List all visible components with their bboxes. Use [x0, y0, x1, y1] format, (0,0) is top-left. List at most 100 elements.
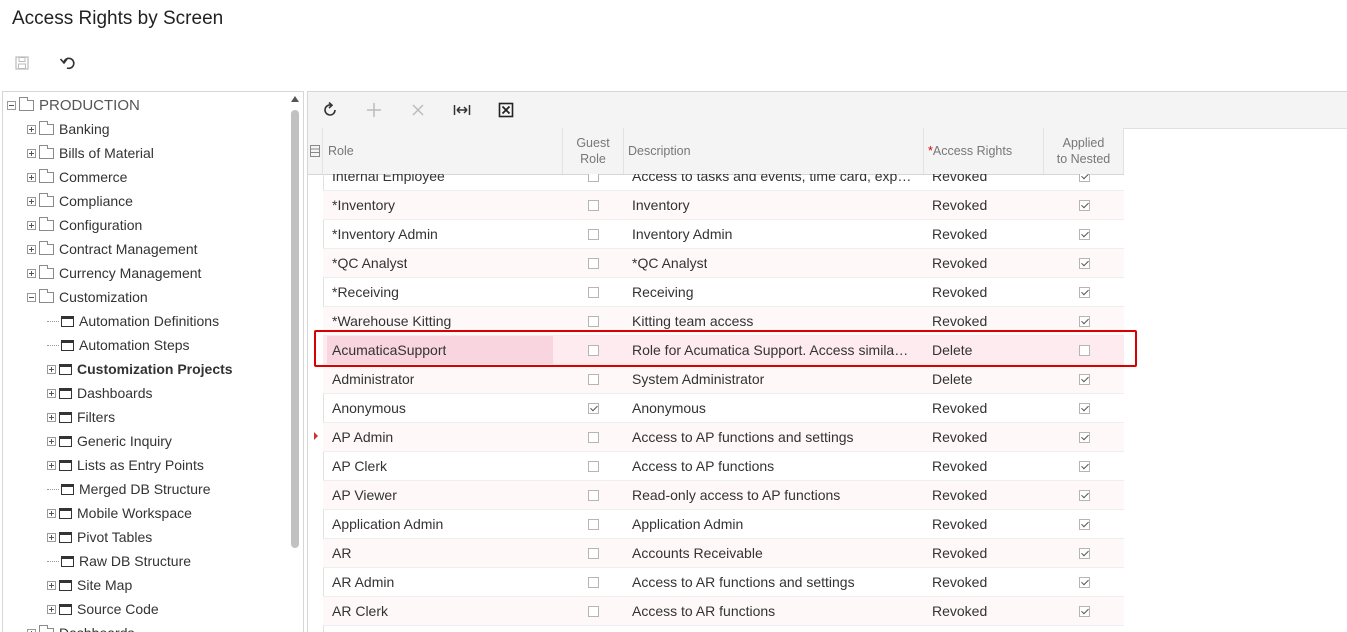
cell-access-rights[interactable]: Revoked: [932, 539, 1044, 567]
guest-role-checkbox[interactable]: [588, 606, 599, 617]
cell-description[interactable]: Access to tasks and events, time card, e…: [632, 174, 912, 190]
cell-access-rights[interactable]: Revoked: [932, 481, 1044, 509]
table-row[interactable]: AP Admin Access to AP functions and setti…: [323, 423, 1124, 452]
table-row[interactable]: Application AdminApplication AdminRevoke…: [323, 510, 1124, 539]
cell-applied-to-nested[interactable]: [1044, 539, 1124, 567]
column-header-applied-to-nested[interactable]: Applied to Nested: [1044, 128, 1124, 174]
expand-icon[interactable]: [47, 461, 56, 470]
cell-guest-role[interactable]: [563, 452, 624, 480]
cell-role[interactable]: AR: [332, 539, 558, 567]
cell-access-rights[interactable]: Delete: [932, 365, 1044, 393]
cell-description[interactable]: Anonymous: [632, 394, 912, 422]
expand-icon[interactable]: [27, 221, 36, 230]
scroll-up-arrow-icon[interactable]: [291, 96, 299, 102]
tree-node-lists-as-entry-points[interactable]: Lists as Entry Points: [47, 453, 204, 477]
applied-to-nested-checkbox[interactable]: [1079, 174, 1090, 182]
cell-description[interactable]: Application Admin: [632, 510, 912, 538]
applied-to-nested-checkbox[interactable]: [1079, 606, 1090, 617]
applied-to-nested-checkbox[interactable]: [1079, 432, 1090, 443]
cell-applied-to-nested[interactable]: [1044, 510, 1124, 538]
cell-applied-to-nested[interactable]: [1044, 220, 1124, 248]
cell-access-rights[interactable]: Revoked: [932, 220, 1044, 248]
applied-to-nested-checkbox[interactable]: [1079, 200, 1090, 211]
cell-description[interactable]: *QC Analyst: [632, 249, 912, 277]
applied-to-nested-checkbox[interactable]: [1079, 374, 1090, 385]
expand-icon[interactable]: [27, 173, 36, 182]
cell-role[interactable]: Internal Employee: [332, 174, 558, 190]
tree-node-commerce[interactable]: Commerce: [27, 165, 127, 189]
tree-node-dashboards[interactable]: Dashboards: [27, 621, 135, 632]
cell-role[interactable]: *Receiving: [332, 278, 558, 306]
table-row[interactable]: *InventoryInventoryRevoked: [323, 191, 1124, 220]
table-row[interactable]: AdministratorSystem AdministratorDelete: [323, 365, 1124, 394]
cell-guest-role[interactable]: [563, 481, 624, 509]
expand-icon[interactable]: [47, 533, 56, 542]
guest-role-checkbox[interactable]: [588, 200, 599, 211]
collapse-icon[interactable]: [27, 293, 36, 302]
cell-applied-to-nested[interactable]: [1044, 394, 1124, 422]
tree-node-customization[interactable]: Customization: [27, 285, 148, 309]
cell-description[interactable]: Access to AP functions and settings: [632, 423, 912, 451]
cell-description[interactable]: Accounts Receivable: [632, 539, 912, 567]
column-header-role[interactable]: Role: [323, 128, 563, 174]
guest-role-checkbox[interactable]: [588, 432, 599, 443]
cell-role[interactable]: Application Admin: [332, 510, 558, 538]
expand-icon[interactable]: [27, 197, 36, 206]
cell-guest-role[interactable]: [563, 191, 624, 219]
applied-to-nested-checkbox[interactable]: [1079, 461, 1090, 472]
guest-role-checkbox[interactable]: [588, 577, 599, 588]
applied-to-nested-checkbox[interactable]: [1079, 316, 1090, 327]
table-row[interactable]: AR Admin Access to AR functions and setti…: [323, 568, 1124, 597]
column-header-access-rights[interactable]: * Access Rights: [924, 128, 1044, 174]
cell-role[interactable]: Administrator: [332, 365, 558, 393]
cell-access-rights[interactable]: Revoked: [932, 597, 1044, 625]
cell-applied-to-nested[interactable]: [1044, 481, 1124, 509]
tree-node-filters[interactable]: Filters: [47, 405, 115, 429]
cell-guest-role[interactable]: [563, 510, 624, 538]
column-header-description[interactable]: Description: [624, 128, 924, 174]
tree-node-automation-definitions[interactable]: Automation Definitions: [47, 309, 219, 333]
cell-applied-to-nested[interactable]: [1044, 423, 1124, 451]
cell-access-rights[interactable]: Revoked: [932, 191, 1044, 219]
expand-icon[interactable]: [47, 389, 56, 398]
tree-scrollbar[interactable]: [290, 92, 300, 632]
cell-guest-role[interactable]: [563, 174, 624, 190]
guest-role-checkbox[interactable]: [588, 461, 599, 472]
cell-guest-role[interactable]: [563, 394, 624, 422]
guest-role-checkbox[interactable]: [588, 316, 599, 327]
expand-icon[interactable]: [27, 245, 36, 254]
table-row[interactable]: AR ClerkAccess to AR functionsRevoked: [323, 597, 1124, 626]
table-row[interactable]: AP ViewerRead-only access to AP function…: [323, 481, 1124, 510]
table-row[interactable]: *ReceivingReceivingRevoked: [323, 278, 1124, 307]
export-excel-icon[interactable]: [496, 100, 516, 120]
guest-role-checkbox[interactable]: [588, 229, 599, 240]
cell-guest-role[interactable]: [563, 539, 624, 567]
cell-guest-role[interactable]: [563, 220, 624, 248]
table-row[interactable]: *Inventory AdminInventory AdminRevoked: [323, 220, 1124, 249]
expand-icon[interactable]: [47, 437, 56, 446]
tree-node-contract-management[interactable]: Contract Management: [27, 237, 198, 261]
scrollbar-thumb[interactable]: [291, 110, 299, 548]
cell-description[interactable]: Access to AR functions and settings: [632, 568, 912, 596]
cell-applied-to-nested[interactable]: [1044, 174, 1124, 190]
refresh-icon[interactable]: [320, 100, 340, 120]
cell-applied-to-nested[interactable]: [1044, 249, 1124, 277]
fit-columns-icon[interactable]: [452, 100, 472, 120]
cell-guest-role[interactable]: [563, 365, 624, 393]
expand-icon[interactable]: [27, 149, 36, 158]
table-row[interactable]: AR Accounts Receivable Revoked: [323, 539, 1124, 568]
tree-node-bills-of-material[interactable]: Bills of Material: [27, 141, 154, 165]
cell-role[interactable]: AP Admin: [332, 423, 558, 451]
cell-description[interactable]: Inventory Admin: [632, 220, 912, 248]
tree-node-customization-projects[interactable]: Customization Projects: [47, 357, 233, 381]
expand-icon[interactable]: [47, 365, 56, 374]
tree-node-mobile-workspace[interactable]: Mobile Workspace: [47, 501, 192, 525]
cell-role[interactable]: Anonymous: [332, 394, 558, 422]
tree-node-currency-management[interactable]: Currency Management: [27, 261, 201, 285]
tree-node-source-code[interactable]: Source Code: [47, 597, 159, 621]
cell-description[interactable]: Access to AP functions: [632, 452, 912, 480]
applied-to-nested-checkbox[interactable]: [1079, 548, 1090, 559]
applied-to-nested-checkbox[interactable]: [1079, 229, 1090, 240]
cell-role[interactable]: AR Admin: [332, 568, 558, 596]
tree-node-merged-db-structure[interactable]: Merged DB Structure: [47, 477, 211, 501]
